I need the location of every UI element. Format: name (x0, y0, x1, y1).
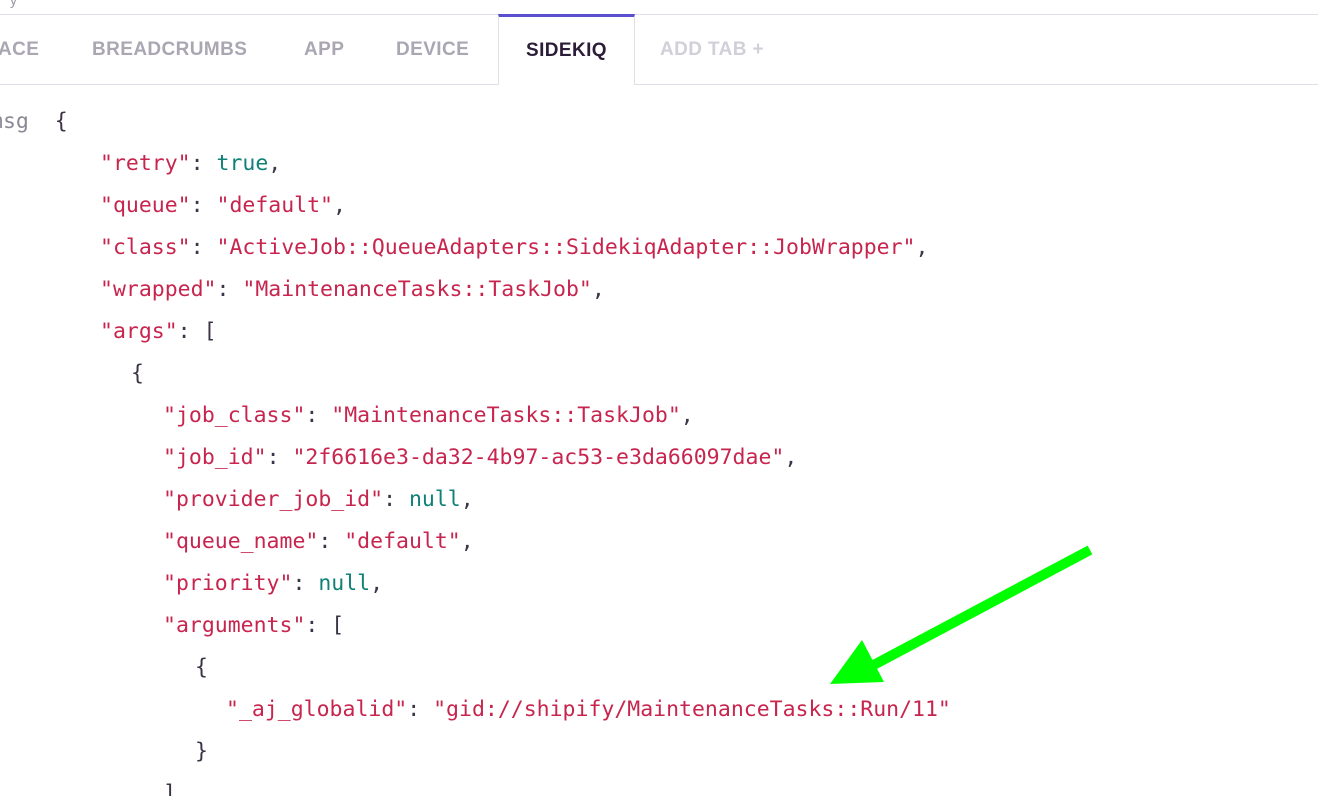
context-key-label: msg (0, 109, 29, 134)
json-line-globalid: "_aj_globalid": "gid://shipify/Maintenan… (226, 697, 951, 722)
corner-glyph: y (10, 0, 17, 8)
add-tab-button[interactable]: ADD TAB + (660, 14, 764, 84)
json-line-arguments: "arguments": [ (163, 613, 345, 638)
json-line-wrapped: "wrapped": "MaintenanceTasks::TaskJob", (100, 277, 605, 302)
json-line-args-object-open: { (131, 361, 144, 386)
json-line-queue: "queue": "default", (100, 193, 346, 218)
tab-breadcrumbs[interactable]: BREADCRUMBS (92, 14, 247, 84)
tab-trace[interactable]: ACE (0, 14, 39, 84)
json-viewer: msg { "retry": true, "queue": "default",… (0, 85, 1318, 796)
json-line-priority: "priority": null, (163, 571, 384, 596)
tab-device[interactable]: DEVICE (396, 14, 469, 84)
tab-sidekiq[interactable]: SIDEKIQ (498, 14, 635, 85)
json-line-arguments-object-close: } (195, 739, 208, 764)
json-line-arguments-object-open: { (195, 655, 208, 680)
json-line-job-id: "job_id": "2f6616e3-da32-4b97-ac53-e3da6… (163, 445, 798, 470)
json-line-args: "args": [ (100, 319, 217, 344)
json-line-provider-job-id: "provider_job_id": null, (163, 487, 474, 512)
top-strip: y (0, 0, 1318, 15)
json-line-arguments-close: ] (163, 781, 176, 796)
tab-bar: ACE BREADCRUMBS APP DEVICE SIDEKIQ ADD T… (0, 14, 1318, 85)
json-root-line: msg { (0, 101, 68, 143)
json-line-queue-name: "queue_name": "default", (163, 529, 474, 554)
globalid-value: "gid://shipify/MaintenanceTasks::Run/11" (433, 697, 951, 722)
json-line-class: "class": "ActiveJob::QueueAdapters::Side… (100, 235, 929, 260)
json-line-retry: "retry": true, (100, 151, 282, 176)
sidekiq-context-view: y ACE BREADCRUMBS APP DEVICE SIDEKIQ ADD… (0, 0, 1318, 796)
json-line-job-class: "job_class": "MaintenanceTasks::TaskJob"… (163, 403, 694, 428)
tab-app[interactable]: APP (304, 14, 344, 84)
